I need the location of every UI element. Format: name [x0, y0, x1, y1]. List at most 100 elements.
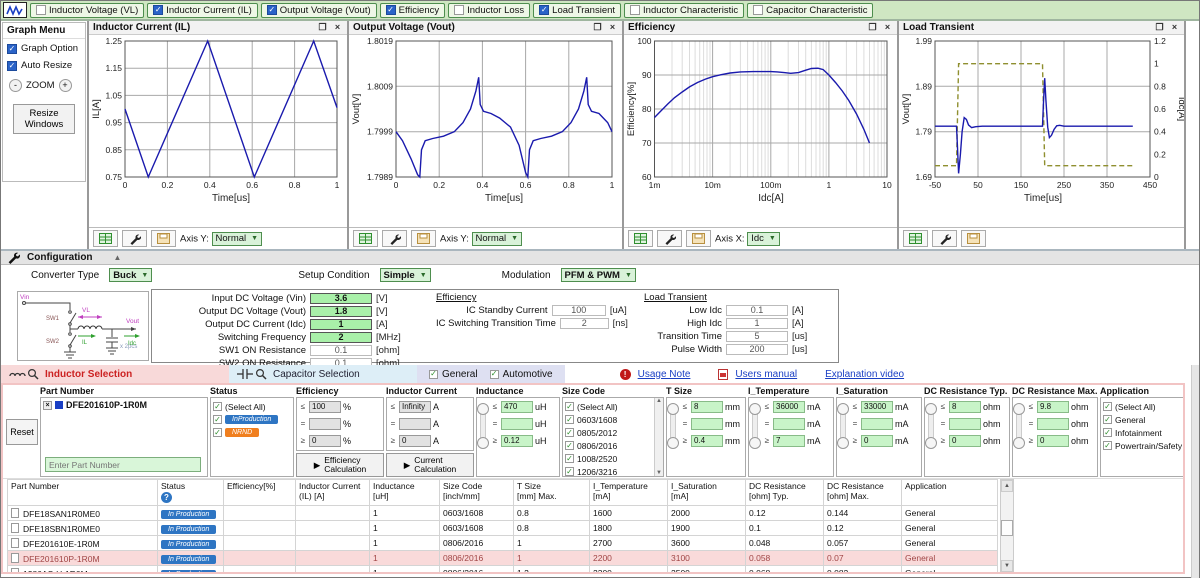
remove-part-icon[interactable]: ×	[43, 401, 52, 410]
efficiency-calculation-button[interactable]: ▶EfficiencyCalculation	[296, 453, 384, 477]
view-toggle-capacitor-characteristic[interactable]: Capacitor Characteristic	[747, 3, 873, 18]
scroll-up-icon[interactable]: ▲	[656, 398, 662, 404]
explanation-video-link[interactable]: Explanation video	[825, 369, 904, 380]
current-calculation-button[interactable]: ▶CurrentCalculation	[386, 453, 474, 477]
filter-input-min[interactable]: 0.12	[501, 435, 533, 447]
scroll-up-icon[interactable]: ▲	[1001, 480, 1013, 492]
help-icon[interactable]: ?	[161, 492, 172, 503]
filter-input-min[interactable]: 0	[309, 435, 341, 447]
filter-input-max[interactable]: 9.8	[1037, 401, 1069, 413]
maximize-icon[interactable]: ❐	[1154, 23, 1165, 32]
scroll-down-icon[interactable]: ▼	[1001, 560, 1013, 572]
view-toggle-efficiency[interactable]: ✓Efficiency	[380, 3, 445, 18]
settings-wrench-icon[interactable]	[657, 230, 682, 247]
slider-handle-max[interactable]	[1013, 403, 1025, 415]
filter-input-min[interactable]: 0	[1037, 435, 1069, 447]
slider-handle-max[interactable]	[925, 403, 937, 415]
slider-handle-min[interactable]	[667, 437, 679, 449]
column-header-i-saturation-ma[interactable]: I_Saturation[mA]	[668, 480, 746, 506]
save-image-icon[interactable]	[961, 230, 986, 247]
view-toggle-inductor-current-il[interactable]: ✓Inductor Current (IL)	[147, 3, 258, 18]
maximize-icon[interactable]: ❐	[317, 23, 328, 32]
close-icon[interactable]: ×	[882, 23, 893, 32]
filter-input-eq[interactable]	[773, 418, 805, 430]
table-row[interactable]: 1286AS-H-1R0MIn Production10806/20161.22…	[8, 566, 998, 574]
view-toggle-inductor-voltage-vl[interactable]: Inductor Voltage (VL)	[30, 3, 144, 18]
range-slider[interactable]	[928, 407, 934, 445]
list-option-infotainment[interactable]: ✓Infotainment	[1103, 426, 1185, 439]
page-scrollbar-strip[interactable]	[1191, 365, 1199, 578]
filter-input-eq[interactable]	[309, 418, 341, 430]
column-header-i-temperature-ma[interactable]: I_Temperature[mA]	[590, 480, 668, 506]
view-toggle-inductor-loss[interactable]: Inductor Loss	[448, 3, 530, 18]
filter-input-max[interactable]: 36000	[773, 401, 805, 413]
scope-general[interactable]: ✓General	[429, 369, 478, 380]
view-toggle-inductor-characteristic[interactable]: Inductor Characteristic	[624, 3, 744, 18]
list-option-select-all[interactable]: ✓(Select All)	[1103, 400, 1185, 413]
slider-handle-min[interactable]	[1013, 437, 1025, 449]
filter-input-eq[interactable]	[949, 418, 981, 430]
status-filter-select-all[interactable]: ✓(Select All)	[213, 400, 291, 413]
modulation-select[interactable]: PFM & PWM▼	[561, 268, 636, 282]
save-image-icon[interactable]	[686, 230, 711, 247]
configuration-header[interactable]: Configuration ▲	[1, 249, 1199, 265]
scroll-down-icon[interactable]: ▼	[656, 470, 662, 476]
filter-input-eq[interactable]	[501, 418, 533, 430]
zoom-in-button[interactable]: +	[59, 79, 72, 92]
graph-menu-option-auto-resize[interactable]: ✓Auto Resize	[3, 56, 85, 73]
axis-select[interactable]: Normal▼	[472, 232, 523, 246]
graph-menu-option-graph-option[interactable]: ✓Graph Option	[3, 39, 85, 56]
list-scrollbar[interactable]: ▲▼	[654, 398, 663, 476]
zoom-out-button[interactable]: -	[9, 79, 22, 92]
status-filter-nrnd[interactable]: ✓NRND	[213, 426, 291, 439]
list-option-general[interactable]: ✓General	[1103, 413, 1185, 426]
range-slider[interactable]	[840, 407, 846, 445]
filter-input-eq[interactable]	[691, 418, 723, 430]
filter-input-max[interactable]: 100	[309, 401, 341, 413]
column-header-application[interactable]: Application	[902, 480, 998, 506]
slider-handle-min[interactable]	[925, 437, 937, 449]
list-option-0805-2012[interactable]: ✓0805/2012	[565, 426, 652, 439]
list-option-1206-3216[interactable]: ✓1206/3216	[565, 465, 652, 476]
filter-input-min[interactable]: 0	[949, 435, 981, 447]
view-toggle-load-transient[interactable]: ✓Load Transient	[533, 3, 621, 18]
param-field[interactable]: 2	[560, 318, 609, 329]
slider-handle-max[interactable]	[477, 403, 489, 415]
tab-inductor-selection[interactable]: Inductor Selection	[1, 365, 229, 383]
range-slider[interactable]	[670, 407, 676, 445]
converter-type-select[interactable]: Buck▼	[109, 268, 152, 282]
slider-handle-max[interactable]	[749, 403, 761, 415]
scrollbar-thumb[interactable]	[1001, 520, 1013, 536]
close-icon[interactable]: ×	[607, 23, 618, 32]
filter-input-max[interactable]: 470	[501, 401, 533, 413]
column-header-t-size-mm-max[interactable]: T Size[mm] Max.	[514, 480, 590, 506]
resize-windows-button[interactable]: Resize Windows	[13, 104, 75, 134]
close-icon[interactable]: ×	[1169, 23, 1180, 32]
settings-wrench-icon[interactable]	[382, 230, 407, 247]
column-header-inductance-uh[interactable]: Inductance[uH]	[370, 480, 440, 506]
param-field[interactable]: 1.8	[310, 306, 372, 317]
table-row[interactable]: DFE201610P-1R0MIn Production10806/201612…	[8, 551, 998, 566]
filter-input-min[interactable]: 0	[399, 435, 431, 447]
settings-wrench-icon[interactable]	[122, 230, 147, 247]
axis-select[interactable]: Normal▼	[212, 232, 263, 246]
export-table-icon[interactable]	[628, 230, 653, 247]
param-field[interactable]: 1	[726, 318, 788, 329]
slider-handle-min[interactable]	[749, 437, 761, 449]
axis-select[interactable]: Idc▼	[747, 232, 780, 246]
filter-input-eq[interactable]	[399, 418, 431, 430]
setup-condition-select[interactable]: Simple▼	[380, 268, 431, 282]
chart-canvas[interactable]: 1m10m100m11060708090100Idc[A]Efficiency[…	[624, 35, 897, 205]
column-header-efficiency[interactable]: Efficiency[%]	[224, 480, 296, 506]
column-header-inductor-current-il-a[interactable]: Inductor Current(IL) [A]	[296, 480, 370, 506]
scope-automotive[interactable]: ✓Automotive	[490, 369, 553, 380]
maximize-icon[interactable]: ❐	[592, 23, 603, 32]
range-slider[interactable]	[1016, 407, 1022, 445]
tab-capacitor-selection[interactable]: Capacitor Selection	[229, 365, 417, 383]
reset-button[interactable]: Reset	[6, 419, 38, 445]
param-field[interactable]: 100	[552, 305, 606, 316]
filter-input-min[interactable]: 0	[861, 435, 893, 447]
close-icon[interactable]: ×	[332, 23, 343, 32]
param-field[interactable]: 3.6	[310, 293, 372, 304]
table-row[interactable]: DFE201610E-1R0MIn Production10806/201612…	[8, 536, 998, 551]
